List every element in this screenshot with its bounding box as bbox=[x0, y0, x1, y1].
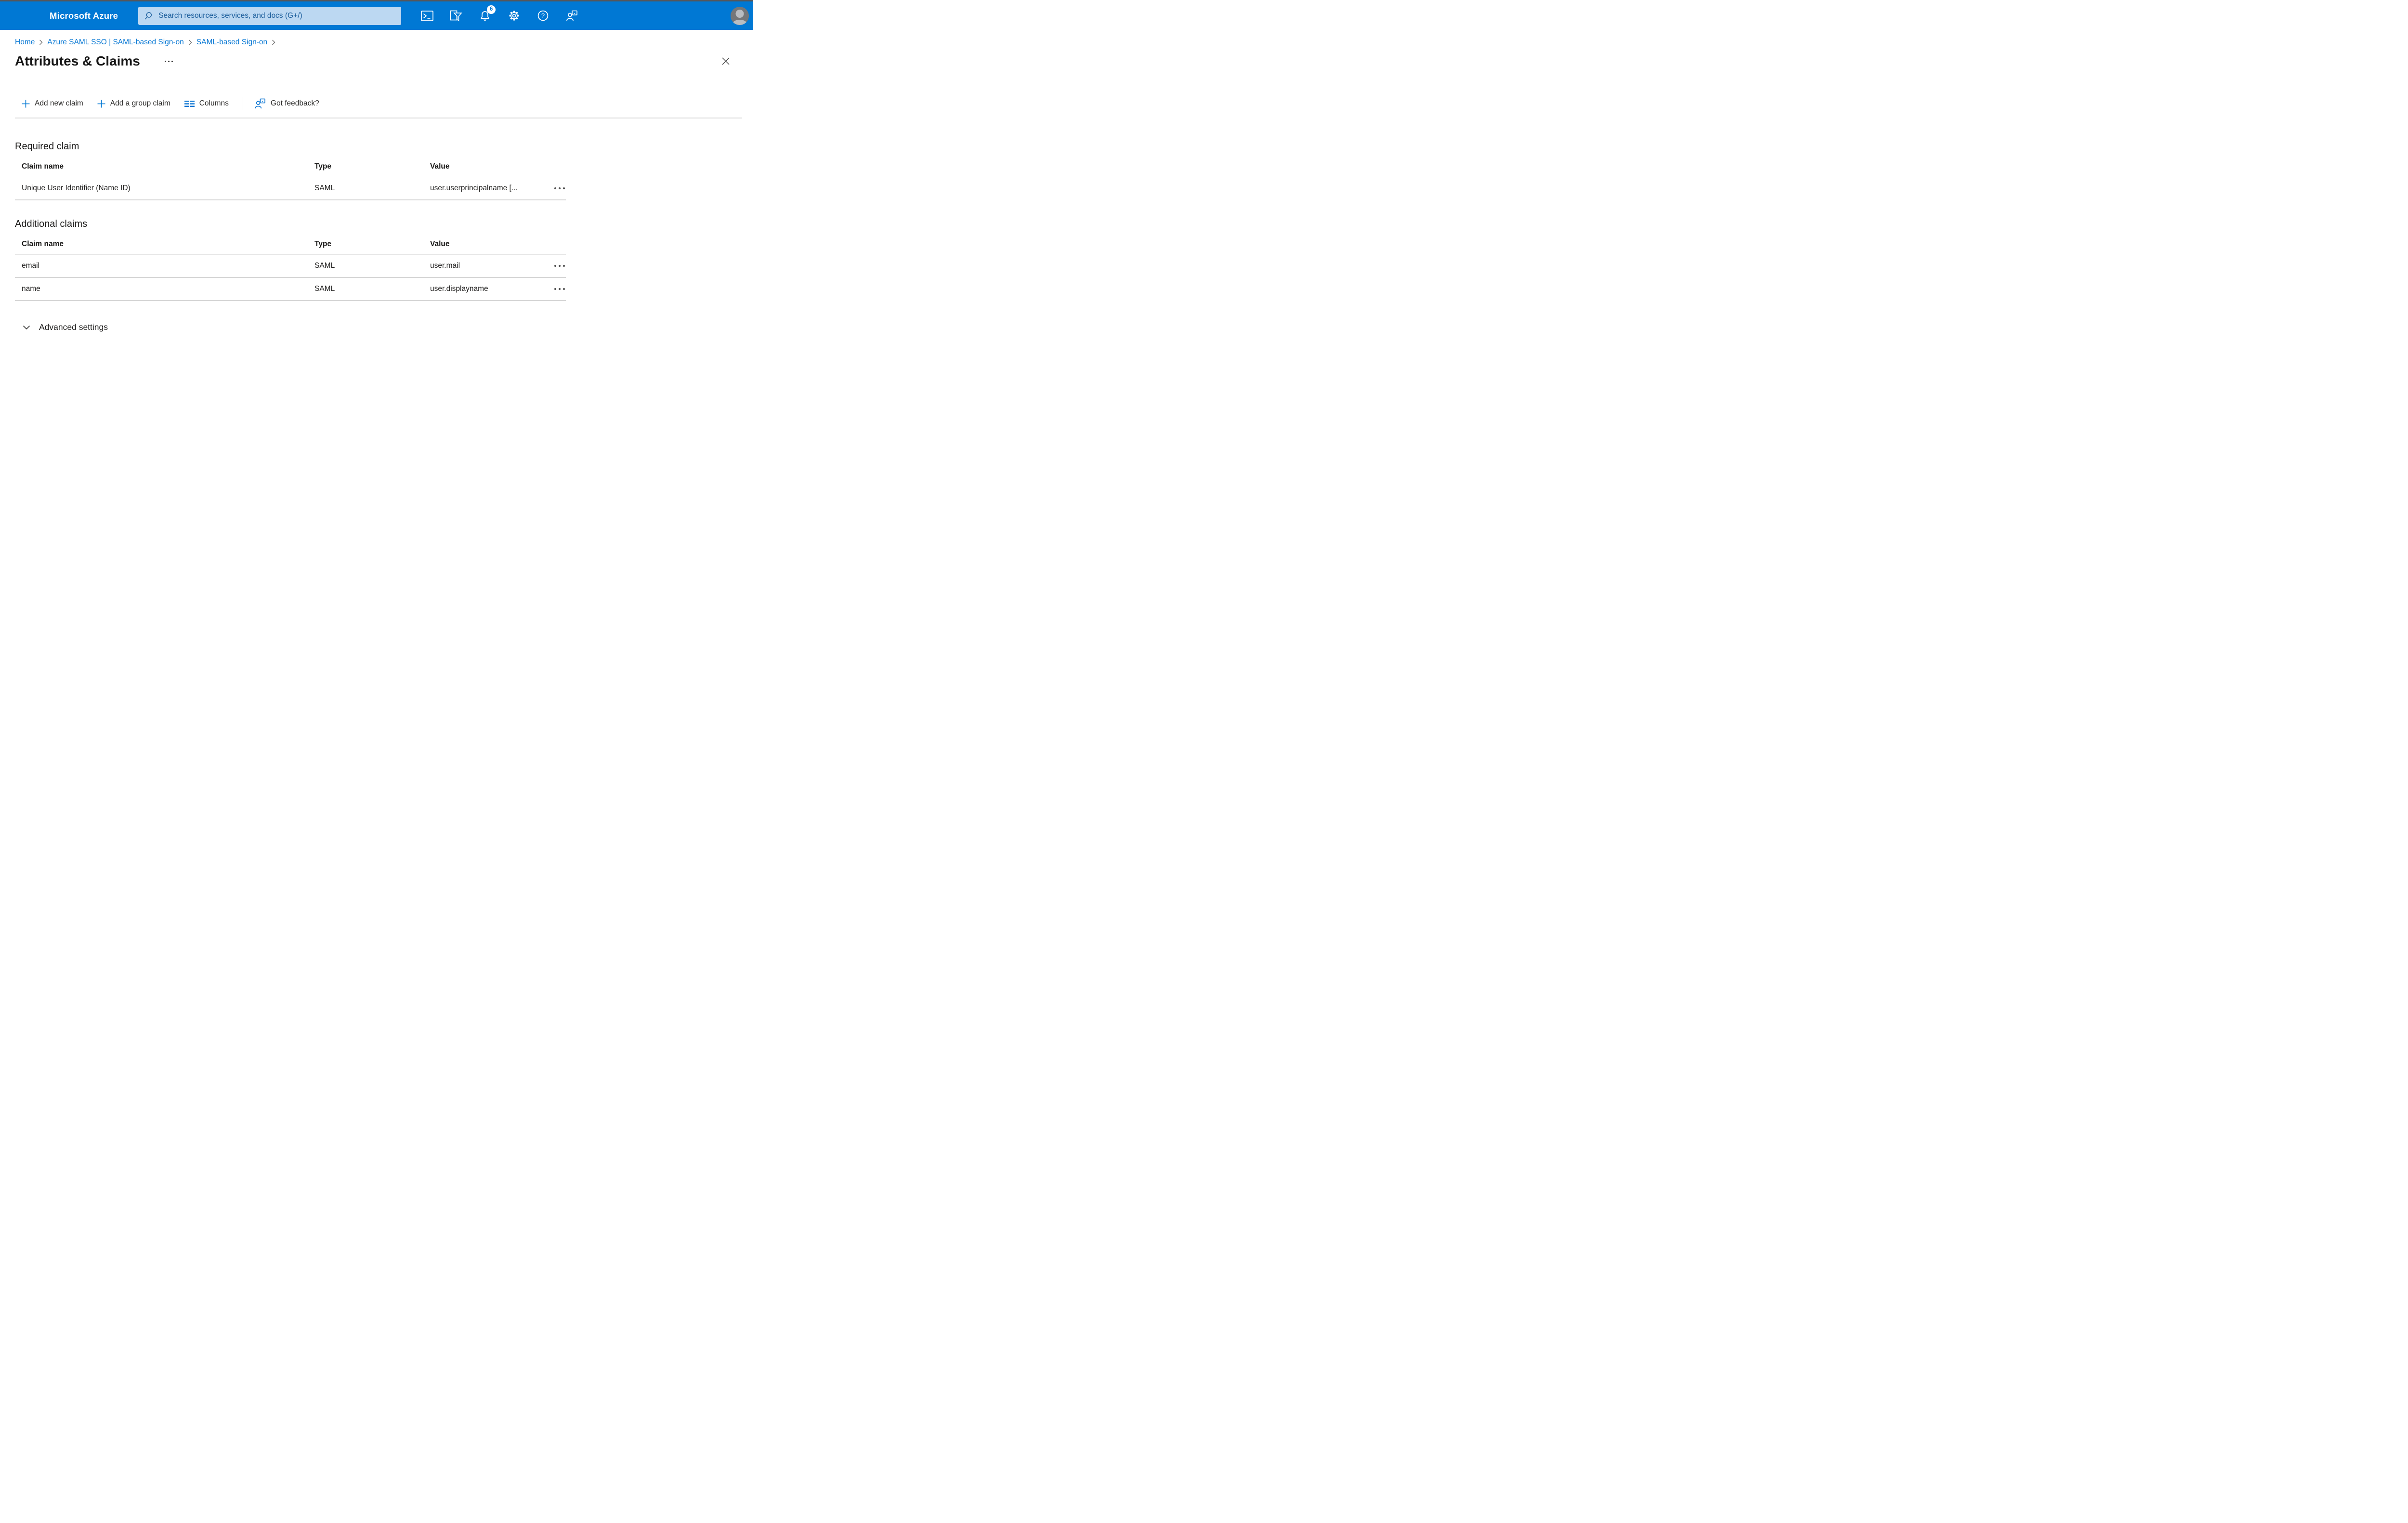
settings-gear-icon[interactable] bbox=[507, 9, 521, 23]
page-title: Attributes & Claims bbox=[15, 53, 140, 68]
azure-portal-attributes-claims: Microsoft Azure Search resources, servic… bbox=[0, 0, 753, 381]
claim-value-cell: user.displayname bbox=[430, 285, 488, 293]
column-header-type: Type bbox=[314, 240, 332, 248]
column-header-type: Type bbox=[314, 162, 332, 171]
advanced-settings-label: Advanced settings bbox=[39, 322, 108, 332]
columns-button[interactable]: Columns bbox=[184, 99, 229, 108]
claim-name-cell: name bbox=[22, 285, 40, 293]
search-icon bbox=[144, 12, 153, 20]
title-row: Attributes & Claims bbox=[15, 52, 738, 70]
svg-text:?: ? bbox=[541, 12, 544, 19]
topbar-icons: 6 ? bbox=[420, 5, 578, 23]
got-feedback-button[interactable]: Got feedback? bbox=[254, 98, 319, 109]
breadcrumb: Home Azure SAML SSO | SAML-based Sign-on… bbox=[15, 38, 738, 47]
advanced-settings-toggle[interactable]: Advanced settings bbox=[23, 322, 108, 332]
directory-filter-icon[interactable] bbox=[449, 9, 463, 23]
breadcrumb-app[interactable]: Azure SAML SSO | SAML-based Sign-on bbox=[47, 38, 183, 47]
more-options-icon[interactable] bbox=[163, 59, 175, 64]
breadcrumb-home[interactable]: Home bbox=[15, 38, 35, 47]
column-header-claim-name: Claim name bbox=[22, 240, 64, 248]
cloud-shell-icon[interactable] bbox=[420, 9, 434, 23]
hamburger-menu-icon[interactable] bbox=[11, 12, 22, 20]
plus-icon bbox=[22, 100, 30, 108]
add-group-claim-label: Add a group claim bbox=[110, 99, 170, 107]
search-input[interactable] bbox=[157, 11, 396, 21]
chevron-right-icon bbox=[272, 39, 275, 45]
claim-value-cell: user.userprincipalname [... bbox=[430, 184, 518, 192]
add-new-claim-button[interactable]: Add new claim bbox=[22, 99, 83, 108]
add-group-claim-button[interactable]: Add a group claim bbox=[97, 99, 170, 108]
topbar: Microsoft Azure Search resources, servic… bbox=[0, 1, 753, 30]
chevron-right-icon bbox=[188, 39, 192, 45]
claim-type-cell: SAML bbox=[314, 184, 335, 192]
claim-value-cell: user.mail bbox=[430, 262, 460, 270]
chevron-down-icon bbox=[23, 325, 30, 330]
avatar[interactable] bbox=[731, 6, 749, 25]
global-search[interactable] bbox=[138, 6, 402, 25]
table-header-row: Claim name Type Value bbox=[15, 152, 566, 177]
table-header-row: Claim name Type Value bbox=[15, 230, 566, 255]
columns-label: Columns bbox=[199, 99, 229, 107]
add-new-claim-label: Add new claim bbox=[35, 99, 83, 107]
table-row[interactable]: email SAML user.mail bbox=[15, 255, 566, 278]
additional-claims-heading: Additional claims bbox=[15, 219, 88, 229]
got-feedback-label: Got feedback? bbox=[270, 99, 319, 107]
row-more-options-icon[interactable] bbox=[553, 263, 566, 269]
columns-icon bbox=[184, 100, 195, 107]
claim-type-cell: SAML bbox=[314, 262, 335, 270]
brand-title[interactable]: Microsoft Azure bbox=[50, 11, 118, 21]
claim-type-cell: SAML bbox=[314, 285, 335, 293]
table-row[interactable]: Unique User Identifier (Name ID) SAML us… bbox=[15, 177, 566, 200]
help-icon[interactable]: ? bbox=[536, 9, 550, 23]
column-header-value: Value bbox=[430, 240, 450, 248]
row-more-options-icon[interactable] bbox=[553, 185, 566, 192]
column-header-claim-name: Claim name bbox=[22, 162, 64, 171]
claim-name-cell: Unique User Identifier (Name ID) bbox=[22, 184, 131, 192]
feedback-person-icon bbox=[254, 98, 266, 109]
avatar-head bbox=[735, 9, 744, 18]
chevron-right-icon bbox=[39, 39, 43, 45]
breadcrumb-saml-signon[interactable]: SAML-based Sign-on bbox=[196, 38, 267, 47]
plus-icon bbox=[97, 100, 105, 108]
required-claim-heading: Required claim bbox=[15, 141, 79, 152]
close-icon[interactable] bbox=[720, 55, 732, 67]
notification-badge: 6 bbox=[487, 5, 496, 14]
notifications-bell-icon[interactable]: 6 bbox=[478, 5, 496, 23]
command-bar: Add new claim Add a group claim Columns … bbox=[22, 96, 738, 111]
required-claim-table: Claim name Type Value Unique User Identi… bbox=[15, 152, 566, 200]
feedback-icon[interactable] bbox=[565, 9, 578, 23]
claim-name-cell: email bbox=[22, 262, 40, 270]
column-header-value: Value bbox=[430, 162, 450, 171]
table-row[interactable]: name SAML user.displayname bbox=[15, 278, 566, 301]
additional-claims-table: Claim name Type Value email SAML user.ma… bbox=[15, 230, 566, 301]
avatar-body bbox=[733, 19, 747, 25]
row-more-options-icon[interactable] bbox=[553, 286, 566, 292]
